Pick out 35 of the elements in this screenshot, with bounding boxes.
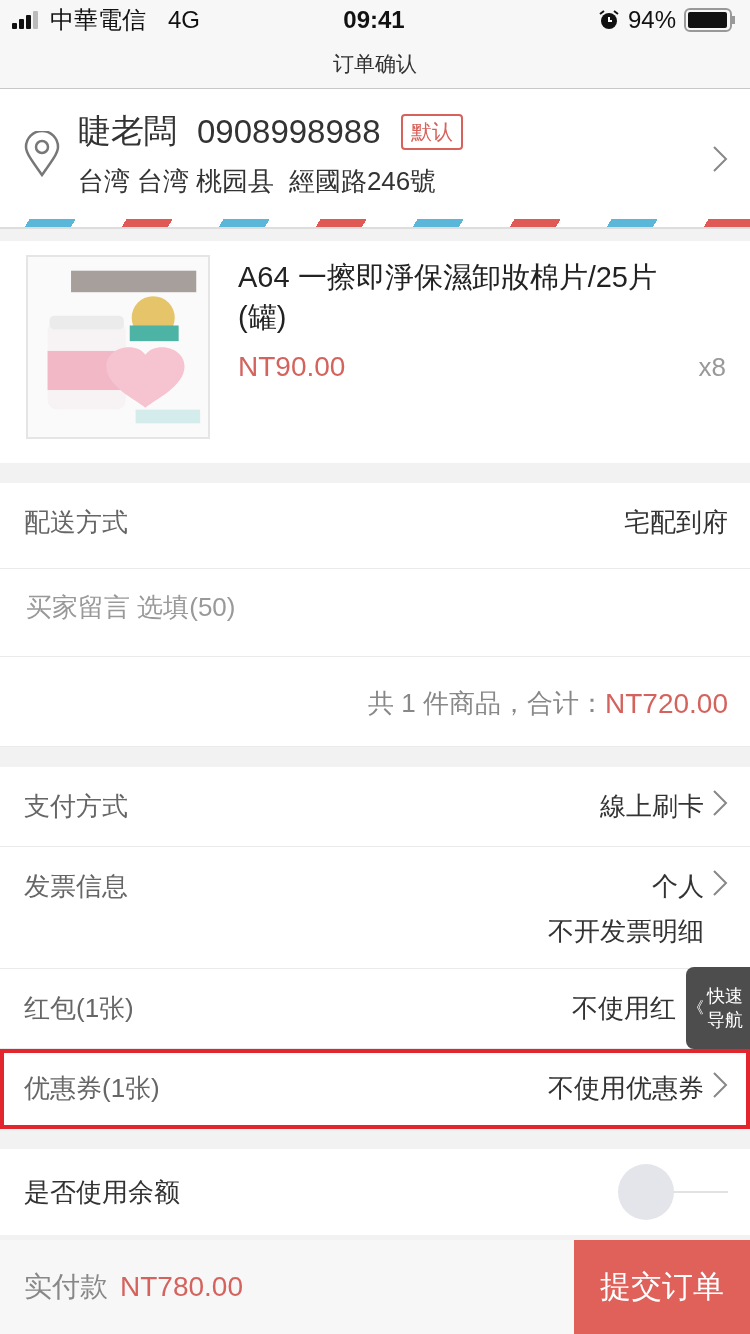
network-type: 4G — [168, 6, 200, 34]
row-value[interactable]: 个人 — [652, 869, 704, 904]
alarm-clock-icon — [597, 9, 620, 31]
submit-order-button[interactable]: 提交订单 — [574, 1240, 750, 1334]
product-quantity: x8 — [698, 351, 726, 383]
row-value: 宅配到府 — [624, 506, 728, 539]
recipient-name: 睫老闆 — [78, 111, 177, 151]
row-label: 支付方式 — [24, 790, 128, 823]
page-title: 订单确认 — [332, 51, 418, 77]
pay-amount: NT780.00 — [120, 1271, 243, 1303]
row-value[interactable]: 不使用优惠券 — [548, 1071, 704, 1106]
row-label: 发票信息 — [24, 870, 128, 903]
address-card[interactable]: 睫老闆 0908998988 默认 台湾 台湾 桃园县 經國路246號 — [0, 89, 750, 229]
location-pin-icon — [24, 131, 60, 177]
row-value[interactable]: 不使用红 — [572, 991, 676, 1026]
carrier-name: 中華電信 — [50, 5, 146, 35]
row-label: 优惠券(1张) — [24, 1072, 160, 1105]
default-badge: 默认 — [400, 113, 463, 150]
recipient-phone: 0908998988 — [197, 112, 381, 151]
battery-percent: 94% — [627, 6, 676, 34]
status-time: 09:41 — [343, 6, 405, 34]
total-amount: NT720.00 — [605, 687, 728, 720]
total-summary: 共 1 件商品，合计： — [368, 687, 606, 720]
pay-label: 实付款 — [24, 1270, 108, 1304]
product-price: NT90.00 — [238, 351, 346, 383]
row-value[interactable]: 不开发票明细 — [548, 914, 704, 949]
chevron-right-icon — [712, 145, 728, 173]
row-label: 红包(1张) — [24, 992, 134, 1025]
product-title: A64 一擦即淨保濕卸妝棉片/25片(罐) — [238, 260, 658, 335]
row-value[interactable]: 線上刷卡 — [600, 789, 704, 824]
balance-label: 是否使用余额 — [24, 1175, 180, 1209]
row-label: 配送方式 — [24, 506, 128, 539]
balance-toggle[interactable] — [618, 1164, 728, 1220]
battery-icon — [684, 8, 736, 32]
address-line: 台湾 台湾 桃园县 經國路246號 — [78, 165, 438, 198]
